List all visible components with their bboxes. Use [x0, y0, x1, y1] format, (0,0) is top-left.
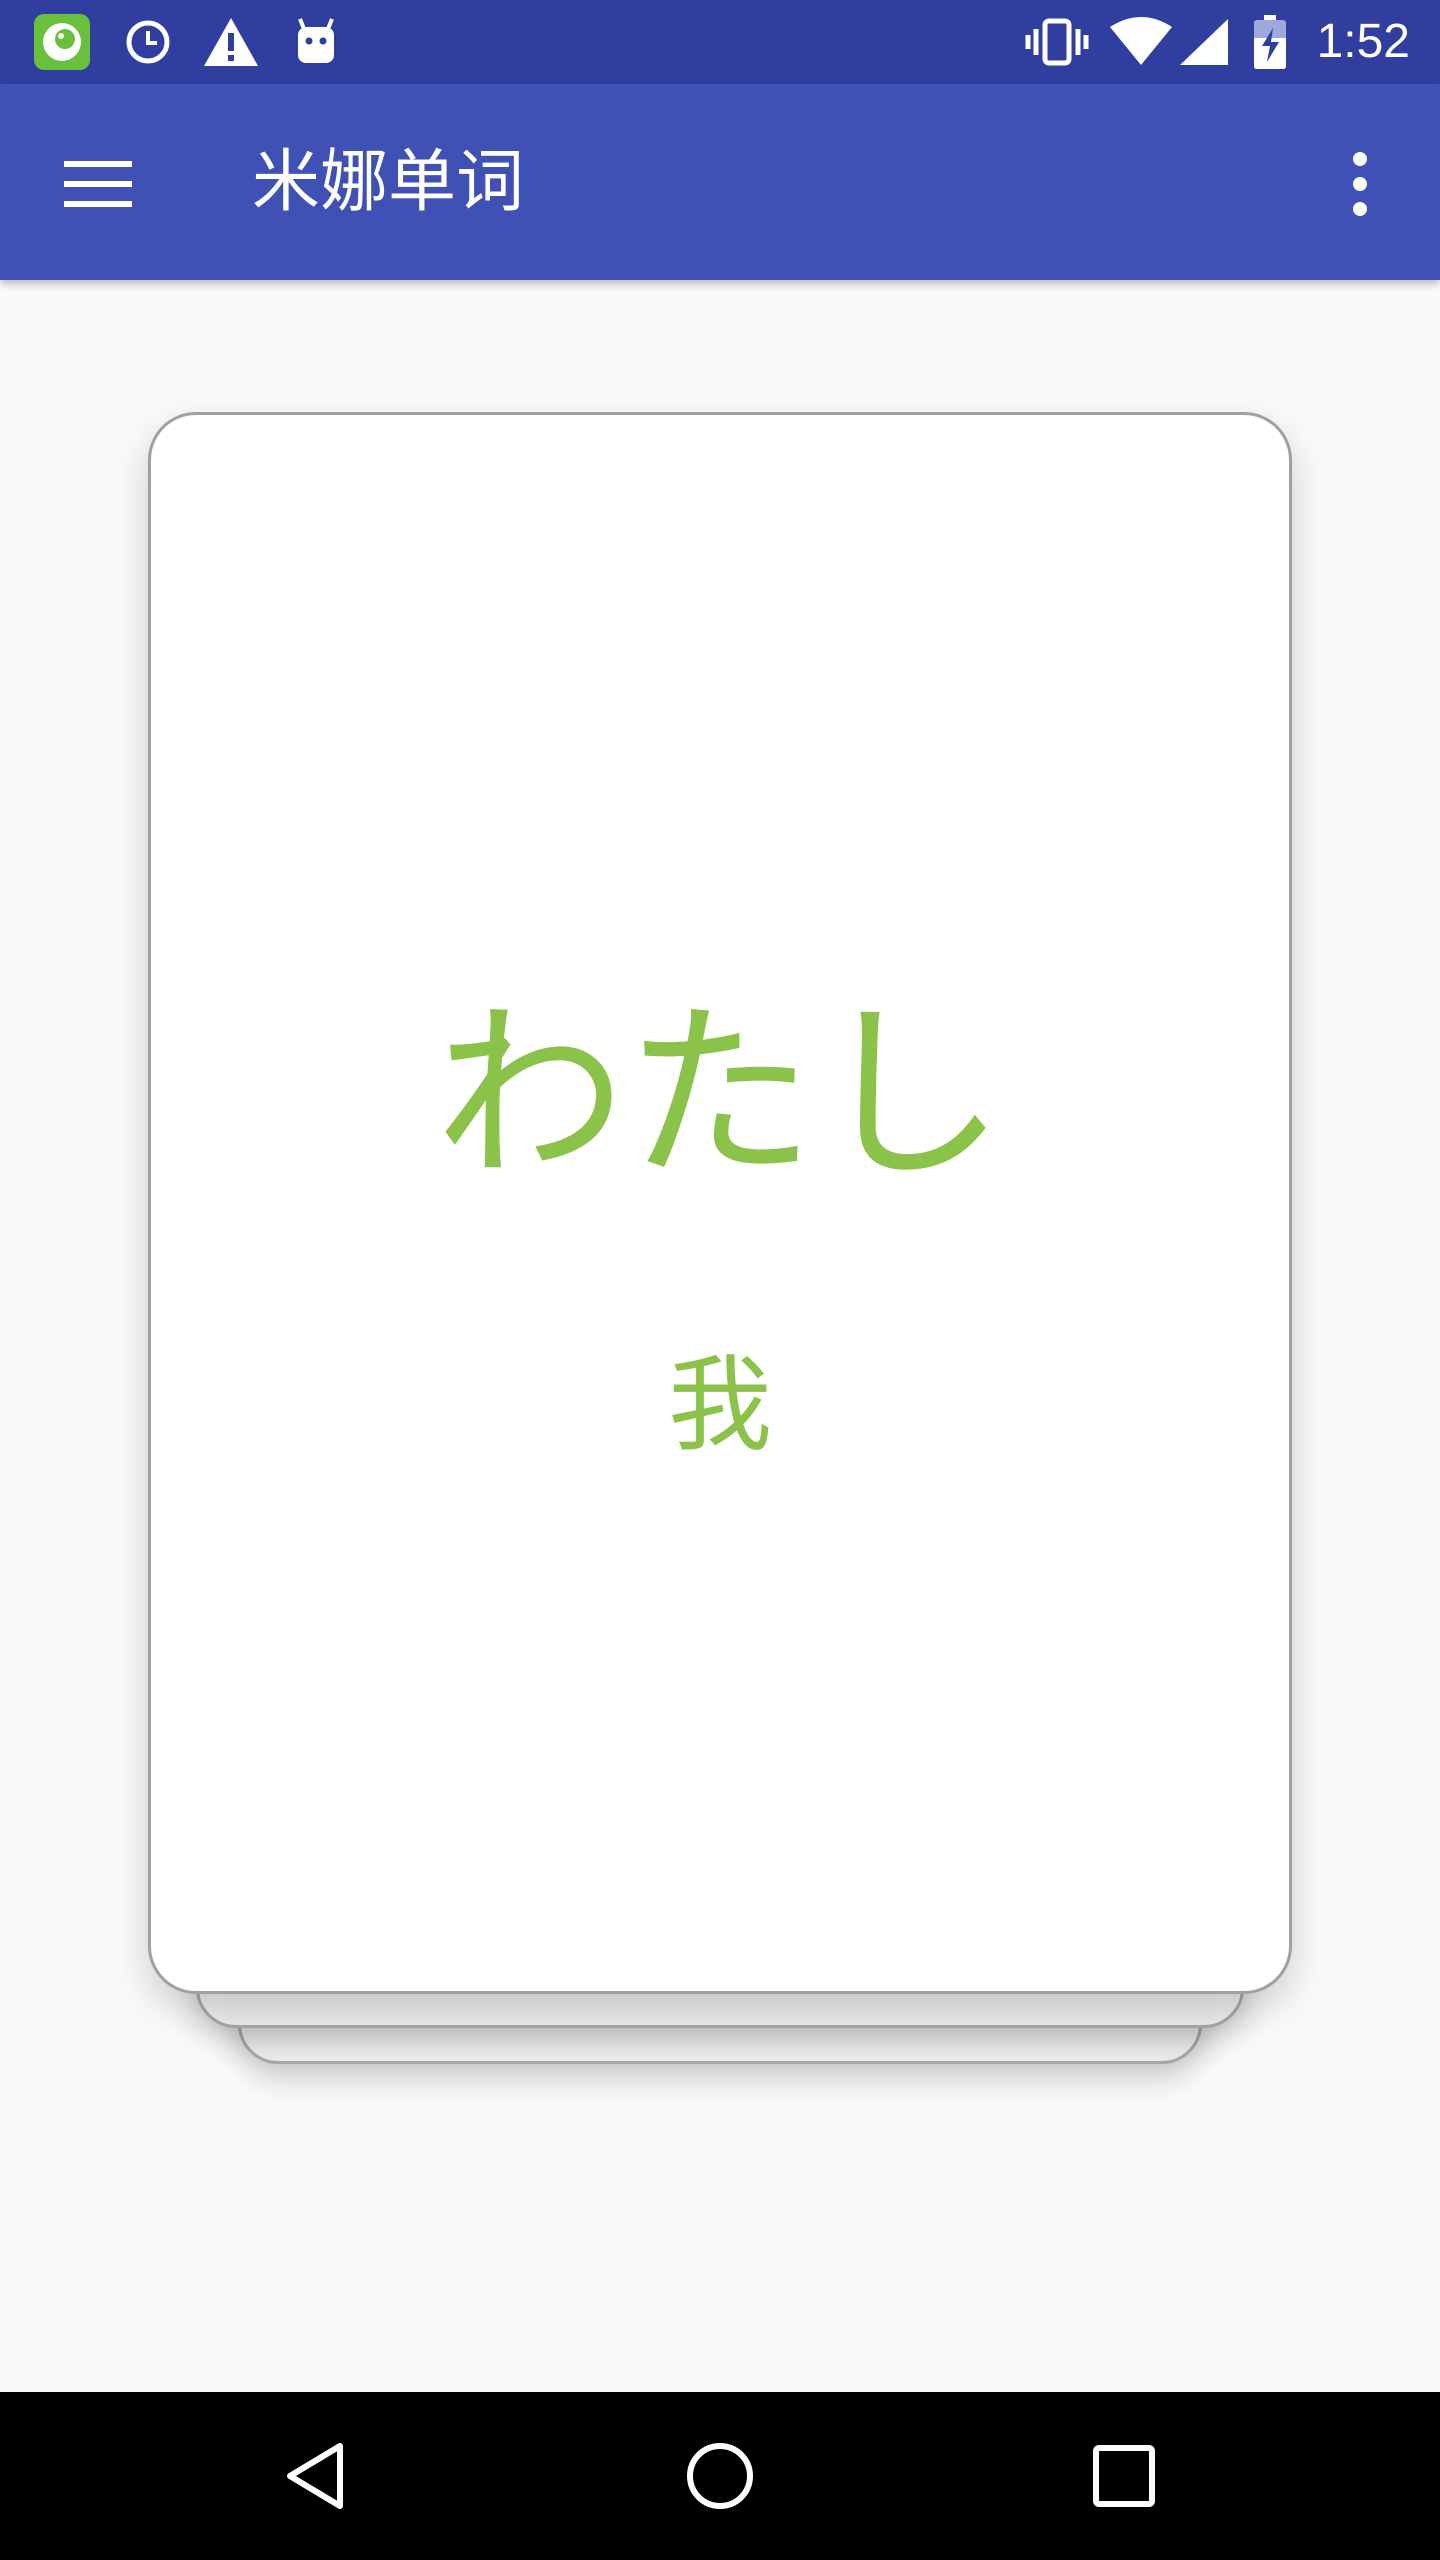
overflow-menu-button[interactable] [1320, 134, 1400, 234]
flashcard[interactable]: わたし 我 [148, 412, 1292, 1994]
wifi-icon [1106, 14, 1176, 70]
signal-icon [1176, 14, 1232, 70]
home-icon [687, 2443, 753, 2509]
status-bar: 1:52 [0, 0, 1440, 84]
clock-icon [120, 14, 176, 70]
app-title: 米娜单词 [252, 143, 525, 222]
card-word: わたし [434, 984, 1005, 1205]
card-meaning: 我 [667, 1344, 772, 1466]
back-button[interactable] [256, 2416, 376, 2536]
app-bar: 米娜单词 [0, 84, 1440, 280]
more-vert-icon [1353, 152, 1367, 216]
back-icon [287, 2443, 343, 2509]
vibrate-icon [1022, 14, 1092, 70]
android-icon [290, 14, 342, 70]
app-notification-icon [32, 14, 92, 70]
recents-button[interactable] [1064, 2416, 1184, 2536]
status-time: 1:52 [1316, 15, 1410, 68]
battery-charging-icon [1250, 14, 1290, 70]
recents-icon [1093, 2445, 1155, 2507]
warning-icon [200, 14, 262, 70]
navigation-bar [0, 2392, 1440, 2560]
menu-button[interactable] [48, 134, 148, 234]
hamburger-menu-icon [64, 161, 132, 207]
home-button[interactable] [660, 2416, 780, 2536]
